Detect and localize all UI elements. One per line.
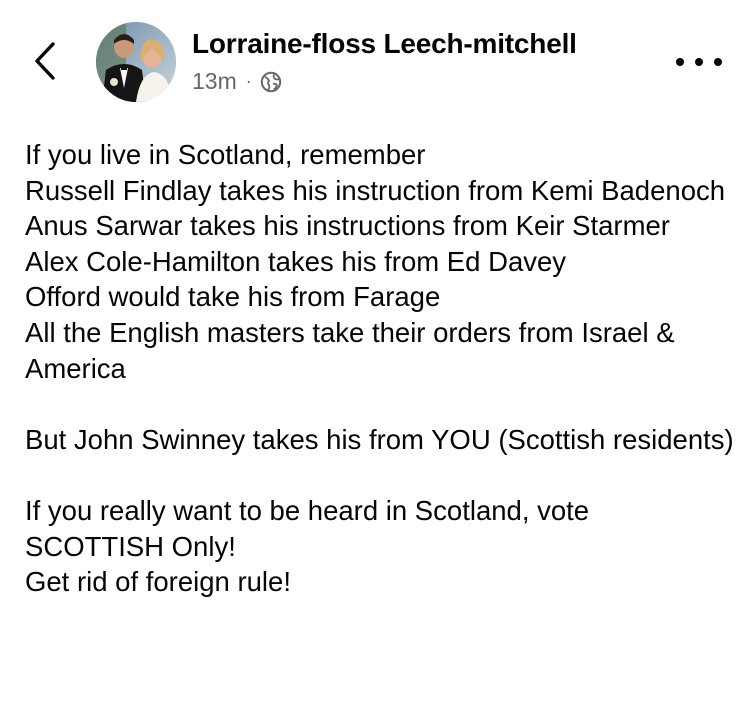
post-paragraph: If you live in Scotland, remember Russel… — [25, 139, 726, 384]
post-paragraph: But John Swinney takes his from YOU (Sco… — [25, 423, 734, 455]
post-header: Lorraine-floss Leech-mitchell 13m · — [0, 0, 746, 110]
more-dot — [676, 58, 684, 66]
post-body: If you live in Scotland, remember Russel… — [25, 137, 735, 600]
timestamp[interactable]: 13m — [192, 68, 237, 95]
author-name[interactable]: Lorraine-floss Leech-mitchell — [192, 28, 577, 60]
more-dot — [695, 58, 703, 66]
meta-separator: · — [245, 71, 252, 91]
globe-icon — [260, 71, 282, 93]
avatar[interactable] — [96, 22, 176, 102]
chevron-left-icon — [35, 42, 55, 80]
more-dot — [714, 58, 722, 66]
post-paragraph-spacer — [25, 386, 735, 422]
post-paragraph-spacer — [25, 457, 735, 493]
more-options-button[interactable] — [676, 50, 722, 74]
back-button[interactable] — [28, 36, 62, 86]
post-paragraph: If you really want to be heard in Scotla… — [25, 494, 590, 598]
avatar-photo — [96, 22, 176, 102]
post-meta: 13m · — [192, 68, 282, 95]
